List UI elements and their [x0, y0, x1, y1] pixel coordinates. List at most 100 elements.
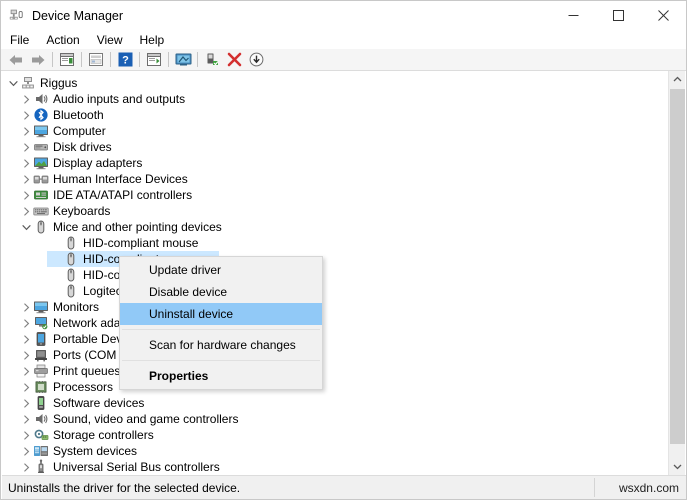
- tree-row[interactable]: Software devices: [2, 395, 669, 411]
- tree-row[interactable]: Universal Serial Bus controllers: [2, 459, 669, 475]
- scroll-up-icon[interactable]: [669, 71, 685, 88]
- tree-row[interactable]: Mice and other pointing devices: [2, 219, 669, 235]
- install-driver-icon[interactable]: [245, 50, 267, 70]
- close-button[interactable]: [641, 1, 686, 30]
- chevron-right-icon[interactable]: [19, 155, 33, 171]
- monitor-icon: [33, 123, 49, 139]
- show-hidden-devices-icon[interactable]: [143, 50, 165, 70]
- forward-arrow-icon[interactable]: [27, 50, 49, 70]
- speaker-icon: [33, 411, 49, 427]
- vertical-scrollbar[interactable]: [668, 71, 685, 475]
- context-menu-item[interactable]: Scan for hardware changes: [120, 334, 322, 356]
- toolbar-separator: [52, 52, 53, 67]
- printer-icon: [33, 363, 49, 379]
- chevron-right-icon[interactable]: [19, 331, 33, 347]
- watermark: wsxdn.com: [618, 480, 679, 495]
- computer-root-icon: [20, 75, 36, 91]
- tree-row[interactable]: Audio inputs and outputs: [2, 91, 669, 107]
- back-arrow-icon[interactable]: [5, 50, 27, 70]
- processor-icon: [33, 379, 49, 395]
- context-menu-separator: [122, 360, 320, 361]
- chevron-right-icon[interactable]: [19, 427, 33, 443]
- chevron-right-icon[interactable]: [19, 379, 33, 395]
- tree-row[interactable]: HID-compliant mouse: [2, 235, 669, 251]
- expander-placeholder: [49, 235, 63, 251]
- tree-row[interactable]: Processors: [2, 379, 669, 395]
- toolbar-separator: [110, 52, 111, 67]
- mouse-icon: [33, 219, 49, 235]
- tree-row[interactable]: Human Interface Devices: [2, 171, 669, 187]
- display-adapter-icon: [33, 155, 49, 171]
- properties-icon[interactable]: [56, 50, 78, 70]
- chevron-right-icon[interactable]: [19, 299, 33, 315]
- minimize-button[interactable]: [551, 1, 596, 30]
- menu-action[interactable]: Action: [46, 33, 88, 47]
- chevron-right-icon[interactable]: [19, 363, 33, 379]
- menu-help[interactable]: Help: [140, 33, 174, 47]
- tree-row-label: Riggus: [40, 76, 78, 90]
- chevron-right-icon[interactable]: [19, 171, 33, 187]
- tree-row[interactable]: IDE ATA/ATAPI controllers: [2, 187, 669, 203]
- chevron-right-icon[interactable]: [19, 459, 33, 475]
- context-menu-item[interactable]: Uninstall device: [120, 303, 322, 325]
- device-tree[interactable]: Riggus Audio inputs and outputs Bluetooth C…: [2, 71, 669, 475]
- tree-row[interactable]: Display adapters: [2, 155, 669, 171]
- chevron-right-icon[interactable]: [19, 347, 33, 363]
- tree-row[interactable]: Computer: [2, 123, 669, 139]
- tree-row[interactable]: Sound, video and game controllers: [2, 411, 669, 427]
- chevron-right-icon[interactable]: [19, 187, 33, 203]
- tree-row-selected[interactable]: HID-compliant mouse: [2, 251, 669, 267]
- context-menu[interactable]: Update driver Disable device Uninstall dev…: [119, 256, 323, 390]
- tree-row[interactable]: Ports (COM & LPT): [2, 347, 669, 363]
- chevron-down-icon[interactable]: [19, 219, 33, 235]
- chevron-right-icon[interactable]: [19, 203, 33, 219]
- maximize-button[interactable]: [596, 1, 641, 30]
- mouse-icon: [63, 251, 79, 267]
- status-bar: Uninstalls the driver for the selected d…: [2, 475, 686, 499]
- scan-hardware-icon[interactable]: [172, 50, 194, 70]
- tree-row[interactable]: Riggus: [2, 75, 669, 91]
- tree-row-label: HID-compliant mouse: [83, 236, 199, 250]
- context-menu-item[interactable]: Properties: [120, 365, 322, 387]
- tree-row[interactable]: Bluetooth: [2, 107, 669, 123]
- scroll-down-icon[interactable]: [669, 458, 685, 475]
- chevron-right-icon[interactable]: [19, 315, 33, 331]
- tree-row[interactable]: Network adapters: [2, 315, 669, 331]
- bluetooth-icon: [33, 107, 49, 123]
- tree-row[interactable]: Disk drives: [2, 139, 669, 155]
- tree-row[interactable]: System devices: [2, 443, 669, 459]
- enable-device-icon[interactable]: [201, 50, 223, 70]
- tree-row[interactable]: HID-compliant mouse: [2, 267, 669, 283]
- expander-placeholder: [49, 283, 63, 299]
- tree-row[interactable]: Keyboards: [2, 203, 669, 219]
- tree-row[interactable]: Logitech HID-compliant Unifying Mouse: [2, 283, 669, 299]
- hid-icon: [33, 171, 49, 187]
- context-menu-item[interactable]: Disable device: [120, 281, 322, 303]
- chevron-right-icon[interactable]: [19, 443, 33, 459]
- toolbar-separator: [81, 52, 82, 67]
- chevron-right-icon[interactable]: [19, 139, 33, 155]
- update-driver-icon[interactable]: [85, 50, 107, 70]
- chevron-down-icon[interactable]: [6, 75, 20, 91]
- chevron-right-icon[interactable]: [19, 123, 33, 139]
- mouse-icon: [63, 235, 79, 251]
- tree-row[interactable]: Monitors: [2, 299, 669, 315]
- system-device-icon: [33, 443, 49, 459]
- storage-controller-icon: [33, 427, 49, 443]
- chevron-right-icon[interactable]: [19, 107, 33, 123]
- chevron-right-icon[interactable]: [19, 91, 33, 107]
- menu-view[interactable]: View: [97, 33, 132, 47]
- tree-row[interactable]: Print queues: [2, 363, 669, 379]
- help-icon[interactable]: ?: [114, 50, 136, 70]
- tree-row[interactable]: Storage controllers: [2, 427, 669, 443]
- tree-row[interactable]: Portable Devices: [2, 331, 669, 347]
- menu-file[interactable]: File: [10, 33, 38, 47]
- scrollbar-thumb[interactable]: [670, 89, 685, 444]
- uninstall-device-icon[interactable]: [223, 50, 245, 70]
- tree-row-label: IDE ATA/ATAPI controllers: [53, 188, 193, 202]
- context-menu-item[interactable]: Update driver: [120, 259, 322, 281]
- chevron-right-icon[interactable]: [19, 411, 33, 427]
- chevron-right-icon[interactable]: [19, 395, 33, 411]
- disk-drive-icon: [33, 139, 49, 155]
- mouse-icon: [63, 267, 79, 283]
